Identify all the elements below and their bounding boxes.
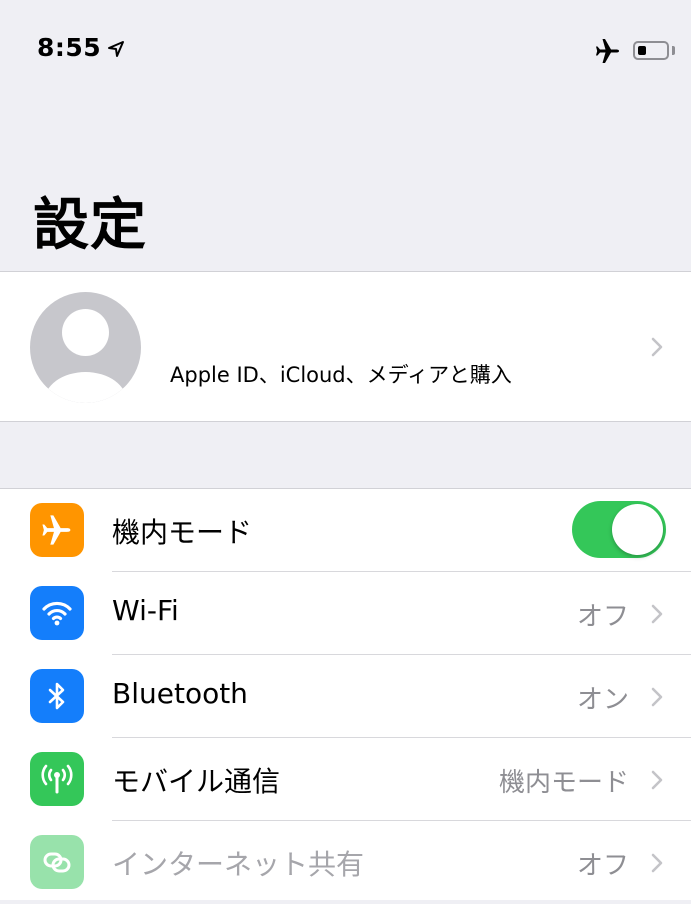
setting-value-bluetooth: オン bbox=[576, 685, 629, 715]
airplane-status-icon bbox=[596, 39, 619, 63]
airplane-icon bbox=[30, 503, 84, 557]
setting-row-bluetooth[interactable]: Bluetooth オン bbox=[0, 655, 691, 738]
page-title: 設定 bbox=[33, 193, 147, 258]
apple-id-row[interactable]: Apple ID、iCloud、メディアと購入 bbox=[0, 271, 691, 422]
setting-label-airplane-mode: 機内モード bbox=[112, 516, 253, 549]
airplane-glyph bbox=[42, 515, 71, 545]
setting-row-mobile-data[interactable]: モバイル通信 機内モード bbox=[0, 738, 691, 821]
chevron-right-icon bbox=[651, 337, 663, 357]
link-icon bbox=[30, 835, 84, 889]
person-placeholder-icon bbox=[30, 292, 141, 403]
setting-row-wifi[interactable]: Wi-Fi オフ bbox=[0, 572, 691, 655]
link-glyph bbox=[43, 852, 71, 873]
chevron-right-icon bbox=[651, 604, 663, 624]
antenna-icon bbox=[30, 752, 84, 806]
bluetooth-glyph bbox=[48, 682, 65, 710]
bluetooth-icon bbox=[30, 669, 84, 723]
setting-label-mobile-data: モバイル通信 bbox=[112, 765, 281, 798]
setting-label-wifi: Wi-Fi bbox=[112, 594, 179, 627]
avatar-head bbox=[62, 309, 109, 356]
setting-value-personal-hotspot: オフ bbox=[576, 851, 629, 881]
battery-level bbox=[638, 46, 646, 55]
setting-label-personal-hotspot: インターネット共有 bbox=[112, 848, 365, 881]
battery-tip bbox=[672, 46, 675, 55]
toggle-knob bbox=[612, 504, 663, 555]
status-bar: 8:55 bbox=[0, 0, 691, 100]
setting-row-airplane-mode[interactable]: 機内モード bbox=[0, 489, 691, 572]
status-time: 8:55 bbox=[37, 33, 102, 62]
airplane-mode-toggle[interactable] bbox=[572, 501, 666, 558]
setting-value-wifi: オフ bbox=[576, 602, 629, 632]
chevron-right-icon bbox=[651, 770, 663, 790]
apple-id-subtitle: Apple ID、iCloud、メディアと購入 bbox=[170, 363, 512, 387]
avatar-body bbox=[44, 372, 127, 403]
location-arrow-icon bbox=[108, 41, 124, 57]
wifi-icon bbox=[30, 586, 84, 640]
chevron-right-icon bbox=[651, 687, 663, 707]
wifi-glyph bbox=[42, 601, 72, 626]
antenna-glyph bbox=[41, 764, 73, 794]
setting-value-mobile-data: 機内モード bbox=[498, 768, 629, 798]
setting-row-personal-hotspot[interactable]: インターネット共有 オフ bbox=[0, 821, 691, 904]
chevron-right-icon bbox=[651, 853, 663, 873]
setting-label-bluetooth: Bluetooth bbox=[112, 677, 248, 710]
battery-icon bbox=[633, 41, 669, 60]
settings-list: 機内モード Wi-Fi オフ Bluetooth オン モバイル通信 機内モード… bbox=[0, 488, 691, 900]
